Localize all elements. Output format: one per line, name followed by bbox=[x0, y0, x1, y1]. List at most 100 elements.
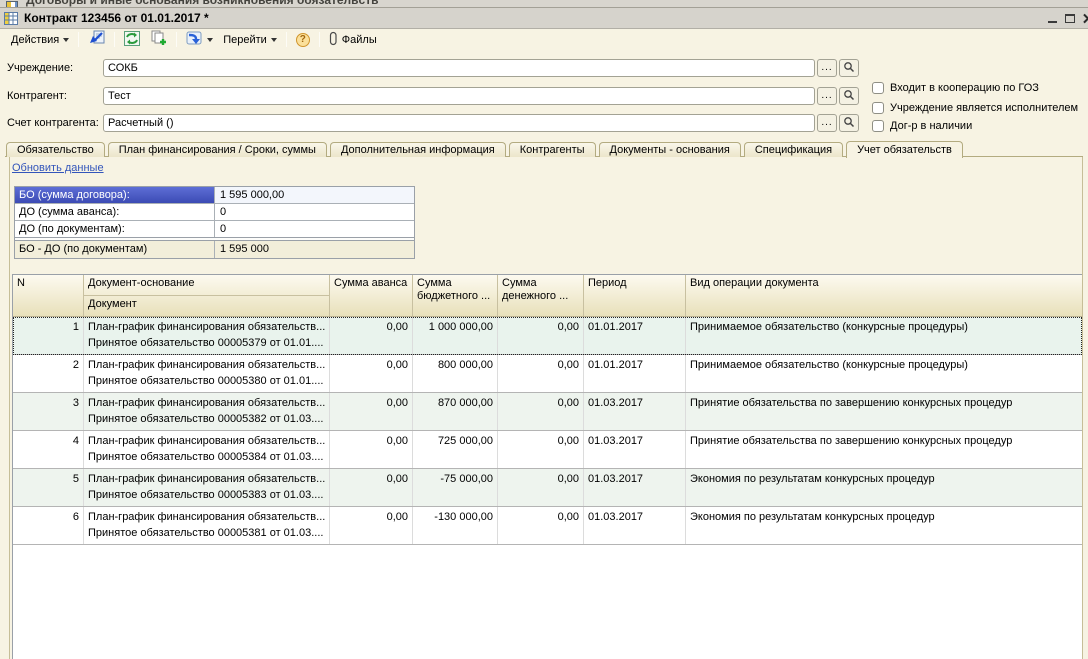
cell-operation: Экономия по результатам конкурсных проце… bbox=[686, 507, 1082, 544]
table-row[interactable]: 1 План-график финансирования обязательст… bbox=[13, 317, 1082, 355]
cell-n: 5 bbox=[13, 469, 84, 506]
col-header-budget-sum[interactable]: Сумма бюджетного ... bbox=[413, 275, 498, 316]
col-header-base-document: Документ-основание bbox=[84, 275, 329, 292]
summary-label: ДО (по документам): bbox=[15, 221, 215, 237]
summary-row-do-documents[interactable]: ДО (по документам): 0 bbox=[15, 221, 414, 238]
toolbar-separator bbox=[78, 32, 79, 47]
files-button[interactable]: Файлы bbox=[324, 30, 382, 49]
update-data-link[interactable]: Обновить данные bbox=[12, 162, 104, 174]
actions-menu-button[interactable]: Действия bbox=[6, 30, 74, 49]
cell-money: 0,00 bbox=[498, 393, 584, 430]
cell-document-line: Принятое обязательство 00005381 от 01.03… bbox=[88, 525, 325, 541]
account-label: Счет контрагента: bbox=[7, 117, 99, 129]
summary-row-bo[interactable]: БО (сумма договора): 1 595 000,00 bbox=[15, 187, 414, 204]
table-row[interactable]: 2 План-график финансирования обязательст… bbox=[13, 355, 1082, 393]
table-row[interactable]: 4 План-график финансирования обязательст… bbox=[13, 431, 1082, 469]
cell-n: 4 bbox=[13, 431, 84, 468]
save-button[interactable] bbox=[83, 30, 110, 49]
summary-row-do-advance[interactable]: ДО (сумма аванса): 0 bbox=[15, 204, 414, 221]
counterparty-ellipsis-button[interactable]: ... bbox=[817, 87, 837, 105]
cell-n: 3 bbox=[13, 393, 84, 430]
cell-money: 0,00 bbox=[498, 317, 584, 354]
col-header-operation-type[interactable]: Вид операции документа bbox=[686, 275, 1082, 316]
window-titlebar: Контракт 123456 от 01.01.2017 * ✕ bbox=[0, 8, 1088, 29]
checkbox-icon bbox=[872, 102, 884, 114]
goto-menu-button[interactable]: Перейти bbox=[218, 30, 282, 49]
copy-button[interactable] bbox=[145, 30, 172, 49]
help-icon: ? bbox=[296, 33, 310, 47]
cell-document-line: Принятое обязательство 00005379 от 01.01… bbox=[88, 335, 325, 351]
cell-n: 1 bbox=[13, 317, 84, 354]
checkbox-label: Входит в кооперацию по ГОЗ bbox=[890, 82, 1039, 94]
cell-budget: -75 000,00 bbox=[413, 469, 498, 506]
summary-row-total: БО - ДО (по документам) 1 595 000 bbox=[15, 241, 414, 258]
checkbox-institution-executor[interactable]: Учреждение является исполнителем bbox=[872, 100, 1078, 115]
tab-obligation[interactable]: Обязательство bbox=[6, 142, 105, 157]
minimize-button[interactable] bbox=[1043, 10, 1061, 28]
refresh-button[interactable] bbox=[119, 30, 145, 49]
account-ellipsis-button[interactable]: ... bbox=[817, 114, 837, 132]
cell-advance: 0,00 bbox=[330, 431, 413, 468]
tab-counterparties[interactable]: Контрагенты bbox=[509, 142, 596, 157]
col-subheader-document: Документ bbox=[84, 295, 329, 316]
cell-document: План-график финансирования обязательств.… bbox=[84, 317, 330, 354]
table-row[interactable]: 5 План-график финансирования обязательст… bbox=[13, 469, 1082, 507]
col-header-period[interactable]: Период bbox=[584, 275, 686, 316]
magnifier-icon bbox=[843, 116, 855, 131]
screen: Договоры и иные основания возникновения … bbox=[0, 0, 1088, 659]
cell-document: План-график финансирования обязательств.… bbox=[84, 507, 330, 544]
window-controls: ✕ bbox=[1043, 8, 1088, 29]
cell-advance: 0,00 bbox=[330, 317, 413, 354]
checkbox-goz-cooperation[interactable]: Входит в кооперацию по ГОЗ bbox=[872, 80, 1039, 95]
account-lookup-button[interactable] bbox=[839, 114, 859, 132]
cell-base-document: План-график финансирования обязательств.… bbox=[88, 473, 325, 485]
cell-money: 0,00 bbox=[498, 355, 584, 392]
fill-button[interactable] bbox=[181, 30, 218, 49]
maximize-icon bbox=[1065, 14, 1075, 23]
counterparty-input[interactable] bbox=[103, 87, 815, 105]
save-icon bbox=[88, 30, 105, 49]
summary-total-value: 1 595 000 bbox=[215, 241, 414, 258]
checkbox-icon bbox=[872, 120, 884, 132]
tab-basis-documents[interactable]: Документы - основания bbox=[599, 142, 741, 157]
cell-budget: 870 000,00 bbox=[413, 393, 498, 430]
cell-period: 01.01.2017 bbox=[584, 317, 686, 354]
table-row[interactable]: 3 План-график финансирования обязательст… bbox=[13, 393, 1082, 431]
tab-financing-plan[interactable]: План финансирования / Сроки, суммы bbox=[108, 142, 327, 157]
checkbox-contract-available[interactable]: Дог-р в наличии bbox=[872, 118, 972, 133]
col-header-document[interactable]: Документ-основание Документ bbox=[84, 275, 330, 316]
checkbox-label: Учреждение является исполнителем bbox=[890, 102, 1078, 114]
help-button[interactable]: ? bbox=[291, 30, 315, 49]
cell-money: 0,00 bbox=[498, 431, 584, 468]
institution-lookup-button[interactable] bbox=[839, 59, 859, 77]
account-input[interactable] bbox=[103, 114, 815, 132]
tab-specification[interactable]: Спецификация bbox=[744, 142, 843, 157]
institution-ellipsis-button[interactable]: ... bbox=[817, 59, 837, 77]
cell-base-document: План-график финансирования обязательств.… bbox=[88, 435, 325, 447]
col-header-n[interactable]: N bbox=[13, 275, 84, 316]
tab-obligation-accounting[interactable]: Учет обязательств bbox=[846, 141, 963, 158]
cell-document-line: Принятое обязательство 00005382 от 01.03… bbox=[88, 411, 325, 427]
institution-input[interactable] bbox=[103, 59, 815, 77]
col-header-advance-sum[interactable]: Сумма аванса bbox=[330, 275, 413, 316]
tab-page-content: Обновить данные БО (сумма договора): 1 5… bbox=[9, 157, 1083, 659]
col-header-money-sum[interactable]: Сумма денежного ... bbox=[498, 275, 584, 316]
summary-table: БО (сумма договора): 1 595 000,00 ДО (су… bbox=[14, 186, 415, 259]
cell-budget: 1 000 000,00 bbox=[413, 317, 498, 354]
summary-total-label: БО - ДО (по документам) bbox=[15, 241, 215, 258]
cell-operation: Принятие обязательства по завершению кон… bbox=[686, 393, 1082, 430]
close-button[interactable]: ✕ bbox=[1079, 10, 1088, 28]
tab-additional-info[interactable]: Дополнительная информация bbox=[330, 142, 506, 157]
maximize-button[interactable] bbox=[1061, 10, 1079, 28]
table-row[interactable]: 6 План-график финансирования обязательст… bbox=[13, 507, 1082, 545]
cell-document-line: Принятое обязательство 00005384 от 01.03… bbox=[88, 449, 325, 465]
tabbar: Обязательство План финансирования / Срок… bbox=[6, 141, 1083, 157]
cell-period: 01.03.2017 bbox=[584, 469, 686, 506]
window-title: Контракт 123456 от 01.01.2017 * bbox=[24, 11, 209, 25]
form-grid-icon bbox=[4, 12, 18, 25]
counterparty-lookup-button[interactable] bbox=[839, 87, 859, 105]
goto-menu-label: Перейти bbox=[223, 34, 267, 46]
toolbar-separator bbox=[319, 32, 320, 47]
background-window-titlebar: Договоры и иные основания возникновения … bbox=[0, 0, 1088, 8]
institution-label: Учреждение: bbox=[7, 62, 73, 74]
